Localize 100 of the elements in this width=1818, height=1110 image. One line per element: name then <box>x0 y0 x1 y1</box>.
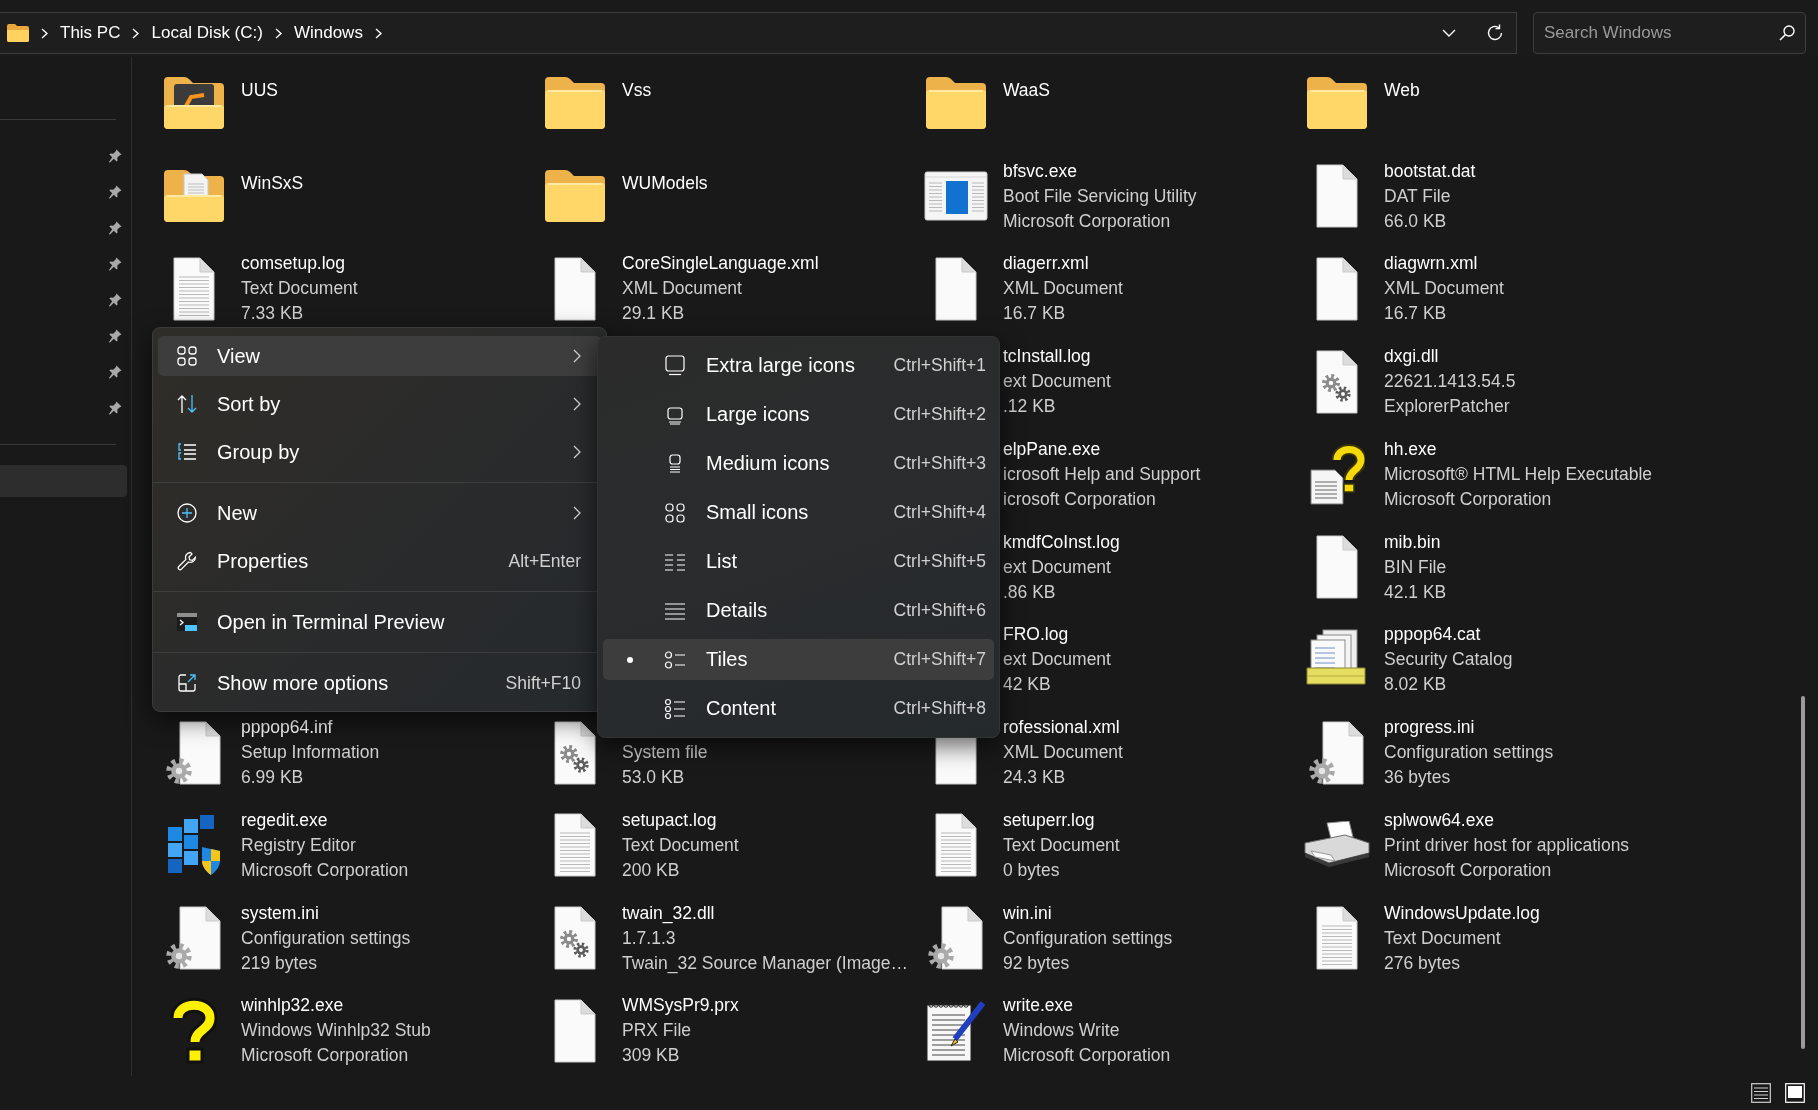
file-name[interactable]: rofessional.xml <box>1003 715 1123 741</box>
submenu-item[interactable]: Large icons Ctrl+Shift+2 <box>603 394 994 435</box>
pin-icon[interactable] <box>108 365 122 379</box>
file-name[interactable]: win.ini <box>1003 900 1173 926</box>
text-file-icon[interactable] <box>1316 906 1358 971</box>
app-window-icon[interactable] <box>924 171 988 222</box>
submenu-item[interactable]: Medium icons Ctrl+Shift+3 <box>603 443 994 484</box>
address-bar[interactable]: This PC Local Disk (C:) Windows <box>0 12 1517 54</box>
submenu-item[interactable]: Tiles Ctrl+Shift+7 <box>603 639 994 680</box>
file-name[interactable]: bootstat.dat <box>1384 158 1476 184</box>
file-name[interactable]: Vss <box>622 78 652 104</box>
menu-item[interactable]: Group by <box>158 432 601 472</box>
file-name[interactable]: CoreSingleLanguage.xml <box>622 251 819 277</box>
folder-with-page-icon[interactable] <box>162 168 226 225</box>
file-name[interactable]: bfsvc.exe <box>1003 158 1197 184</box>
chevron-right-icon[interactable] <box>41 27 48 39</box>
file-name[interactable]: setupact.log <box>622 807 739 833</box>
pin-icon[interactable] <box>108 185 122 199</box>
details-layout-icon[interactable] <box>1751 1083 1771 1103</box>
chevron-down-icon[interactable] <box>1442 29 1456 37</box>
refresh-icon[interactable] <box>1486 24 1504 42</box>
settings-file-icon[interactable] <box>928 906 984 971</box>
file-name[interactable]: elpPane.exe <box>1003 436 1201 462</box>
file-name[interactable]: WaaS <box>1003 78 1050 104</box>
blank-file-icon[interactable] <box>1316 535 1358 600</box>
settings-file-icon[interactable] <box>166 720 222 785</box>
file-name[interactable]: regedit.exe <box>241 807 409 833</box>
file-name[interactable]: winhlp32.exe <box>241 993 431 1019</box>
blank-file-icon[interactable] <box>1316 256 1358 321</box>
file-name[interactable]: system.ini <box>241 900 411 926</box>
folder-icon[interactable] <box>924 75 988 132</box>
blank-file-icon[interactable] <box>554 256 596 321</box>
pin-icon[interactable] <box>108 329 122 343</box>
file-name[interactable]: UUS <box>241 78 278 104</box>
file-name[interactable]: WinSxS <box>241 171 304 197</box>
folder-with-window-icon[interactable] <box>162 75 226 132</box>
text-file-icon[interactable] <box>935 813 977 878</box>
settings-file-icon[interactable] <box>1309 720 1365 785</box>
file-name[interactable]: pppop64.cat <box>1384 622 1513 648</box>
menu-item[interactable]: Properties Alt+Enter <box>158 541 601 581</box>
gear-file-icon[interactable] <box>554 720 596 785</box>
pin-icon[interactable] <box>108 257 122 271</box>
chevron-right-icon[interactable] <box>274 27 282 39</box>
scrollbar-thumb[interactable] <box>1801 696 1805 1049</box>
submenu-item[interactable]: Content Ctrl+Shift+8 <box>603 688 994 729</box>
breadcrumb-item[interactable]: Windows <box>293 23 363 43</box>
text-file-icon[interactable] <box>173 256 215 321</box>
large-thumbnails-icon[interactable] <box>1785 1083 1805 1103</box>
file-name[interactable]: setuperr.log <box>1003 807 1120 833</box>
chevron-right-icon[interactable] <box>374 27 382 39</box>
file-name[interactable]: FRO.log <box>1003 622 1111 648</box>
file-name[interactable]: mib.bin <box>1384 529 1447 555</box>
settings-file-icon[interactable] <box>166 906 222 971</box>
file-name[interactable]: diagerr.xml <box>1003 251 1123 277</box>
help-file-icon[interactable] <box>1309 442 1365 507</box>
file-name[interactable]: pppop64.inf <box>241 715 380 741</box>
question-mark-icon[interactable] <box>168 996 220 1065</box>
gear-file-icon[interactable] <box>1316 349 1358 414</box>
text-file-icon[interactable] <box>554 813 596 878</box>
folder-icon[interactable] <box>543 168 607 225</box>
file-name[interactable]: diagwrn.xml <box>1384 251 1504 277</box>
breadcrumb-item[interactable]: Local Disk (C:) <box>151 23 263 43</box>
file-name[interactable]: WMSysPr9.prx <box>622 993 739 1019</box>
file-name[interactable]: WindowsUpdate.log <box>1384 900 1540 926</box>
folder-icon[interactable] <box>543 75 607 132</box>
menu-item[interactable]: View <box>158 336 601 376</box>
menu-item[interactable]: Show more options Shift+F10 <box>158 663 601 703</box>
file-name[interactable]: splwow64.exe <box>1384 807 1630 833</box>
file-name[interactable]: kmdfCoInst.log <box>1003 529 1120 555</box>
submenu-item[interactable]: Extra large icons Ctrl+Shift+1 <box>603 345 994 386</box>
search-icon[interactable] <box>1779 25 1795 41</box>
pin-icon[interactable] <box>108 221 122 235</box>
submenu-item[interactable]: Details Ctrl+Shift+6 <box>603 590 994 631</box>
chevron-right-icon[interactable] <box>132 27 140 39</box>
menu-item[interactable]: New <box>158 493 601 533</box>
file-name[interactable]: dxgi.dll <box>1384 344 1516 370</box>
breadcrumb-item[interactable]: This PC <box>60 23 121 43</box>
file-name[interactable]: twain_32.dll <box>622 900 908 926</box>
blank-file-icon[interactable] <box>554 998 596 1063</box>
file-name[interactable]: Web <box>1384 78 1420 104</box>
notepad-pen-icon[interactable] <box>925 998 987 1063</box>
pin-icon[interactable] <box>108 293 122 307</box>
submenu-item[interactable]: List Ctrl+Shift+5 <box>603 541 994 582</box>
file-name[interactable]: WUModels <box>622 171 708 197</box>
printer-icon[interactable] <box>1301 821 1373 870</box>
file-name[interactable]: comsetup.log <box>241 251 358 277</box>
search-field[interactable]: Search Windows <box>1533 12 1806 54</box>
file-name[interactable]: progress.ini <box>1384 715 1554 741</box>
pin-icon[interactable] <box>108 149 122 163</box>
submenu-item[interactable]: Small icons Ctrl+Shift+4 <box>603 492 994 533</box>
menu-item[interactable]: Open in Terminal Preview <box>158 602 601 642</box>
blank-file-icon[interactable] <box>935 256 977 321</box>
blank-file-icon[interactable] <box>1316 164 1358 229</box>
file-name[interactable]: tcInstall.log <box>1003 344 1111 370</box>
file-name[interactable]: write.exe <box>1003 993 1171 1019</box>
pin-icon[interactable] <box>108 401 122 415</box>
folder-icon[interactable] <box>1305 75 1369 132</box>
file-name[interactable]: hh.exe <box>1384 436 1653 462</box>
gear-file-icon[interactable] <box>554 906 596 971</box>
menu-item[interactable]: Sort by <box>158 384 601 424</box>
